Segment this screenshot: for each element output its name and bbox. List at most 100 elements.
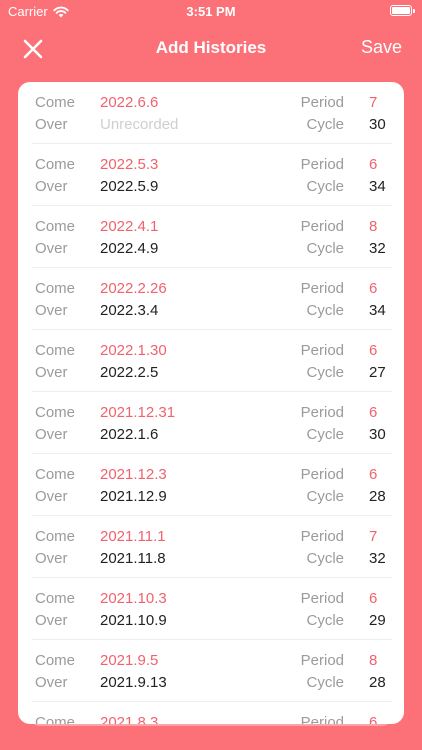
period-label: Period [300,94,344,111]
over-label: Over [35,116,68,133]
cycle-label: Cycle [306,240,344,257]
cycle-label: Cycle [306,612,344,629]
cycle-value: 30 [369,426,386,443]
cycle-label: Cycle [306,426,344,443]
period-value: 6 [369,714,378,724]
over-date: 2022.5.9 [100,178,159,195]
over-date: 2022.1.6 [100,426,159,443]
period-label: Period [300,590,344,607]
over-date: 2022.4.9 [100,240,159,257]
over-label: Over [35,178,68,195]
history-entry[interactable]: Come 2022.2.26 Over 2022.3.4 Period 6 Cycle 34 [32,268,392,330]
come-label: Come [35,652,76,669]
history-list: Come 2022.6.6 Over Unrecorded Period 7 Cycle 30… [18,82,404,724]
come-date: 2022.1.30 [100,342,167,359]
come-date: 2022.4.1 [100,218,159,235]
come-label: Come [35,94,76,111]
over-date: Unrecorded [100,116,179,133]
page-title: Add Histories [155,38,267,57]
cycle-label: Cycle [306,488,344,505]
over-label: Over [35,612,68,629]
cycle-value: 32 [369,550,386,567]
come-date: 2022.6.6 [100,94,159,111]
cycle-label: Cycle [306,116,344,133]
come-label: Come [35,404,76,421]
cycle-label: Cycle [306,302,344,319]
period-label: Period [300,714,344,724]
history-entry[interactable]: Come 2022.4.1 Over 2022.4.9 Period 8 Cycle 32 [32,206,392,268]
cycle-value: 28 [369,674,386,691]
status-bar: Carrier 3:51 PM [0,0,422,22]
over-date: 2021.9.13 [100,674,167,691]
cycle-label: Cycle [306,364,344,381]
come-date: 2021.9.5 [100,652,159,669]
come-date: 2022.2.26 [100,280,167,297]
period-value: 7 [369,94,378,111]
history-entry[interactable]: Come 2022.1.30 Over 2022.2.5 Period 6 Cycle 27 [32,330,392,392]
cycle-value: 32 [369,240,386,257]
period-label: Period [300,652,344,669]
over-label: Over [35,674,68,691]
come-date: 2021.12.3 [100,466,167,483]
period-label: Period [300,466,344,483]
come-label: Come [35,218,76,235]
come-date: 2021.8.3 [100,714,159,724]
nav-bar: Add Histories Save [0,28,422,68]
come-label: Come [35,528,76,545]
period-label: Period [300,156,344,173]
history-entry[interactable]: Come2021.8.3OverPeriod6Cycle [32,702,392,724]
cycle-value: 34 [369,178,386,195]
period-value: 6 [369,404,378,421]
come-date: 2021.11.1 [100,528,166,545]
cycle-value: 29 [369,612,386,629]
over-date: 2022.2.5 [100,364,159,381]
come-date: 2022.5.3 [100,156,159,173]
cycle-value: 28 [369,488,386,505]
over-date: 2022.3.4 [100,302,159,319]
history-entry[interactable]: Come 2021.12.31 Over 2022.1.6 Period 6 Cycle 30 [32,392,392,454]
cycle-label: Cycle [306,178,344,195]
period-label: Period [300,528,344,545]
status-time: 3:51 PM [186,4,236,19]
history-entry[interactable]: Come 2021.11.1 Over 2021.11.8 Period 7 Cycle 32 [32,516,392,578]
period-label: Period [300,280,344,297]
over-date: 2021.12.9 [100,488,167,505]
over-date: 2021.10.9 [100,612,167,629]
come-label: Come [35,466,76,483]
cycle-value: 30 [369,116,386,133]
over-label: Over [35,426,68,443]
period-value: 6 [369,156,378,173]
come-label: Come [35,156,76,173]
over-date: 2021.11.8 [100,550,166,567]
over-label: Over [35,488,68,505]
save-button[interactable]: Save [361,37,402,58]
come-label: Come [35,590,76,607]
period-value: 8 [369,218,378,235]
history-entry[interactable]: Come 2021.9.5 Over 2021.9.13 Period 8 Cycle 28 [32,640,392,702]
over-label: Over [35,364,68,381]
period-value: 6 [369,342,378,359]
come-label: Come [35,280,76,297]
cycle-value: 27 [369,364,386,381]
come-date: 2021.12.31 [100,404,176,421]
period-label: Period [300,342,344,359]
cycle-label: Cycle [306,674,344,691]
period-label: Period [300,404,344,421]
history-entry[interactable]: Come 2022.6.6 Over Unrecorded Period 7 Cycle 30 [32,82,392,144]
history-entry[interactable]: Come 2021.10.3 Over 2021.10.9 Period 6 Cycle 29 [32,578,392,640]
come-label: Come [35,342,76,359]
history-entry[interactable]: Come 2021.12.3 Over 2021.12.9 Period 6 Cycle 28 [32,454,392,516]
period-value: 6 [369,590,378,607]
cycle-value: 34 [369,302,386,319]
come-label: Come [35,714,76,724]
over-label: Over [35,302,68,319]
over-label: Over [35,240,68,257]
period-value: 6 [369,280,378,297]
history-card[interactable]: Come 2022.6.6 Over Unrecorded Period 7 Cycle 30… [18,82,404,724]
over-label: Over [35,550,68,567]
period-value: 6 [369,466,378,483]
period-value: 8 [369,652,378,669]
cycle-label: Cycle [306,550,344,567]
period-label: Period [300,218,344,235]
history-entry[interactable]: Come 2022.5.3 Over 2022.5.9 Period 6 Cycle 34 [32,144,392,206]
